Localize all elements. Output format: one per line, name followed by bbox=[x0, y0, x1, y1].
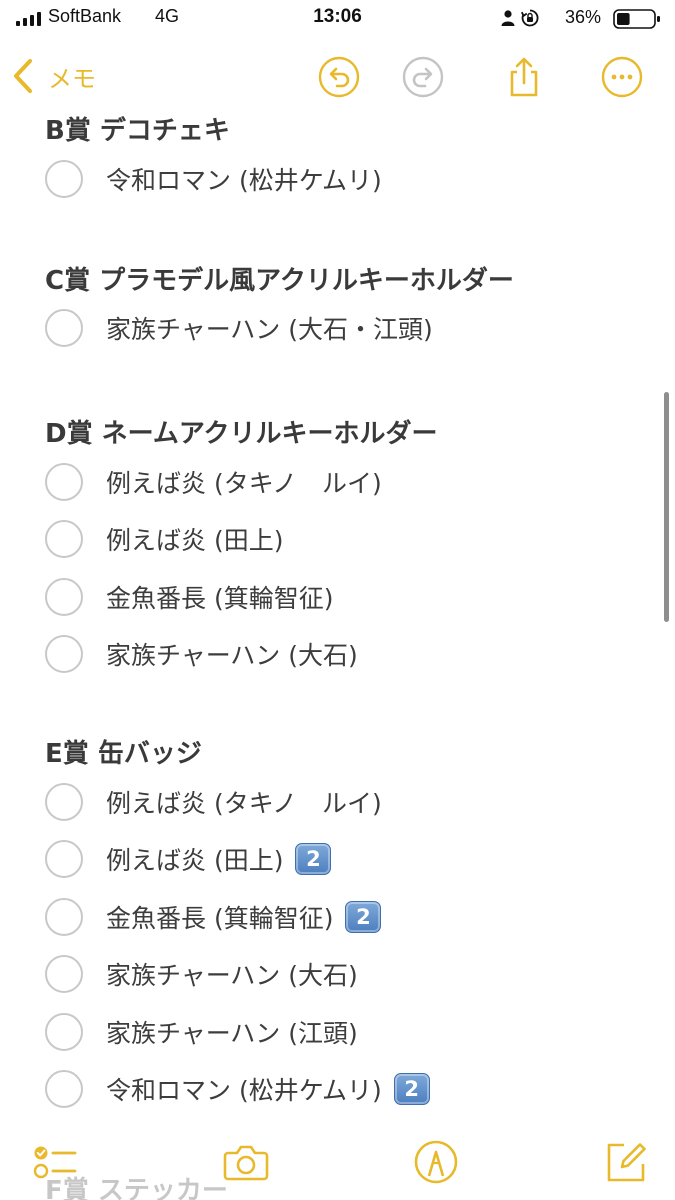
back-label: メモ bbox=[48, 64, 96, 93]
redo-icon[interactable] bbox=[402, 56, 444, 98]
checkbox-circle[interactable] bbox=[45, 159, 83, 198]
battery-icon bbox=[613, 9, 660, 29]
checklist-item: 家族チャーハン (大石・江頭) bbox=[45, 300, 675, 358]
battery-percent: 36% bbox=[564, 7, 601, 27]
checkbox-circle[interactable] bbox=[45, 309, 83, 348]
checklist-item: 例えば炎 (タキノ ルイ) bbox=[45, 453, 675, 511]
checkbox-circle[interactable] bbox=[45, 520, 83, 559]
checklist-section: C賞 プラモデル風アクリルキーホルダー 家族チャーハン (大石・江頭) bbox=[45, 262, 675, 358]
keycap-two-emoji: 2 bbox=[393, 1073, 430, 1106]
checkbox-circle[interactable] bbox=[45, 462, 83, 501]
more-icon[interactable] bbox=[601, 56, 643, 98]
keycap-two-emoji: 2 bbox=[295, 843, 332, 876]
checklist-item-label[interactable]: 家族チャーハン (大石・江頭) bbox=[106, 310, 433, 346]
compose-icon[interactable] bbox=[602, 1138, 650, 1186]
checklist-item-label[interactable]: 例えば炎 (田上) bbox=[106, 521, 283, 557]
camera-icon[interactable] bbox=[222, 1138, 270, 1186]
checklist-item-label[interactable]: 金魚番長 (箕輪智征) bbox=[106, 899, 333, 935]
checklist-item-label[interactable]: 金魚番長 (箕輪智征) bbox=[106, 579, 333, 615]
checklist-item-label[interactable]: 家族チャーハン (大石) bbox=[106, 956, 358, 992]
note-body[interactable]: B賞 デコチェキ 令和ロマン (松井ケムリ) C賞 プラモデル風アクリルキーホル… bbox=[0, 112, 675, 1128]
checklist-item: 金魚番長 (箕輪智征) 2 bbox=[45, 888, 675, 946]
checklist-item-label[interactable]: 例えば炎 (タキノ ルイ) bbox=[106, 464, 382, 500]
checklist-item: 例えば炎 (タキノ ルイ) bbox=[45, 773, 675, 831]
checkbox-circle[interactable] bbox=[45, 782, 83, 821]
section-heading: C賞 プラモデル風アクリルキーホルダー bbox=[45, 265, 514, 296]
checkbox-circle[interactable] bbox=[45, 840, 83, 879]
checklist-item: 家族チャーハン (大石) bbox=[45, 626, 675, 684]
scroll-indicator[interactable] bbox=[664, 392, 669, 622]
checkbox-circle[interactable] bbox=[45, 577, 83, 616]
markup-pen-icon[interactable] bbox=[412, 1138, 460, 1186]
checkbox-circle[interactable] bbox=[45, 955, 83, 994]
checkbox-circle[interactable] bbox=[45, 635, 83, 674]
checklist-item-label[interactable]: 家族チャーハン (大石) bbox=[106, 636, 358, 672]
checklist-section: D賞 ネームアクリルキーホルダー 例えば炎 (タキノ ルイ) 例えば炎 (田上)… bbox=[45, 415, 675, 683]
section-heading: E賞 缶バッジ bbox=[45, 739, 202, 769]
rotation-lock-icon bbox=[521, 9, 539, 27]
checkbox-circle[interactable] bbox=[45, 1012, 83, 1051]
checklist-section: E賞 缶バッジ 例えば炎 (タキノ ルイ) 例えば炎 (田上) 2 金魚番長 (… bbox=[45, 735, 675, 1118]
checkbox-circle[interactable] bbox=[45, 897, 83, 936]
checklist-item-label[interactable]: 例えば炎 (田上) bbox=[106, 841, 283, 877]
checklist-item: 令和ロマン (松井ケムリ) 2 bbox=[45, 1061, 675, 1119]
partial-section-heading: F賞 ステッカー bbox=[45, 1176, 228, 1200]
checklist-item-label[interactable]: 例えば炎 (タキノ ルイ) bbox=[106, 784, 382, 820]
checklist-item-label[interactable]: 令和ロマン (松井ケムリ) bbox=[106, 161, 382, 197]
section-heading: D賞 ネームアクリルキーホルダー bbox=[45, 419, 438, 449]
nav-bar: メモ bbox=[0, 40, 675, 112]
share-icon[interactable] bbox=[503, 56, 545, 98]
status-bar: SoftBank 4G 13:06 36% bbox=[0, 0, 675, 38]
checklist-item-label[interactable]: 令和ロマン (松井ケムリ) bbox=[106, 1071, 382, 1107]
back-button[interactable]: メモ bbox=[12, 56, 96, 96]
checkbox-circle[interactable] bbox=[45, 1070, 83, 1109]
checklist-item: 令和ロマン (松井ケムリ) bbox=[45, 150, 675, 208]
checklist-item: 家族チャーハン (江頭) bbox=[45, 1003, 675, 1061]
checklist-item-label[interactable]: 家族チャーハン (江頭) bbox=[106, 1014, 358, 1050]
undo-icon[interactable] bbox=[318, 56, 360, 98]
checklist-item: 家族チャーハン (大石) bbox=[45, 946, 675, 1004]
checklist-item: 例えば炎 (田上) bbox=[45, 511, 675, 569]
keycap-two-emoji: 2 bbox=[345, 900, 382, 933]
checklist-section: B賞 デコチェキ 令和ロマン (松井ケムリ) bbox=[45, 112, 675, 208]
checklist-item: 例えば炎 (田上) 2 bbox=[45, 831, 675, 889]
person-icon bbox=[501, 10, 515, 26]
chevron-left-icon bbox=[14, 59, 32, 93]
section-heading: B賞 デコチェキ bbox=[45, 116, 230, 146]
checklist-item: 金魚番長 (箕輪智征) bbox=[45, 568, 675, 626]
